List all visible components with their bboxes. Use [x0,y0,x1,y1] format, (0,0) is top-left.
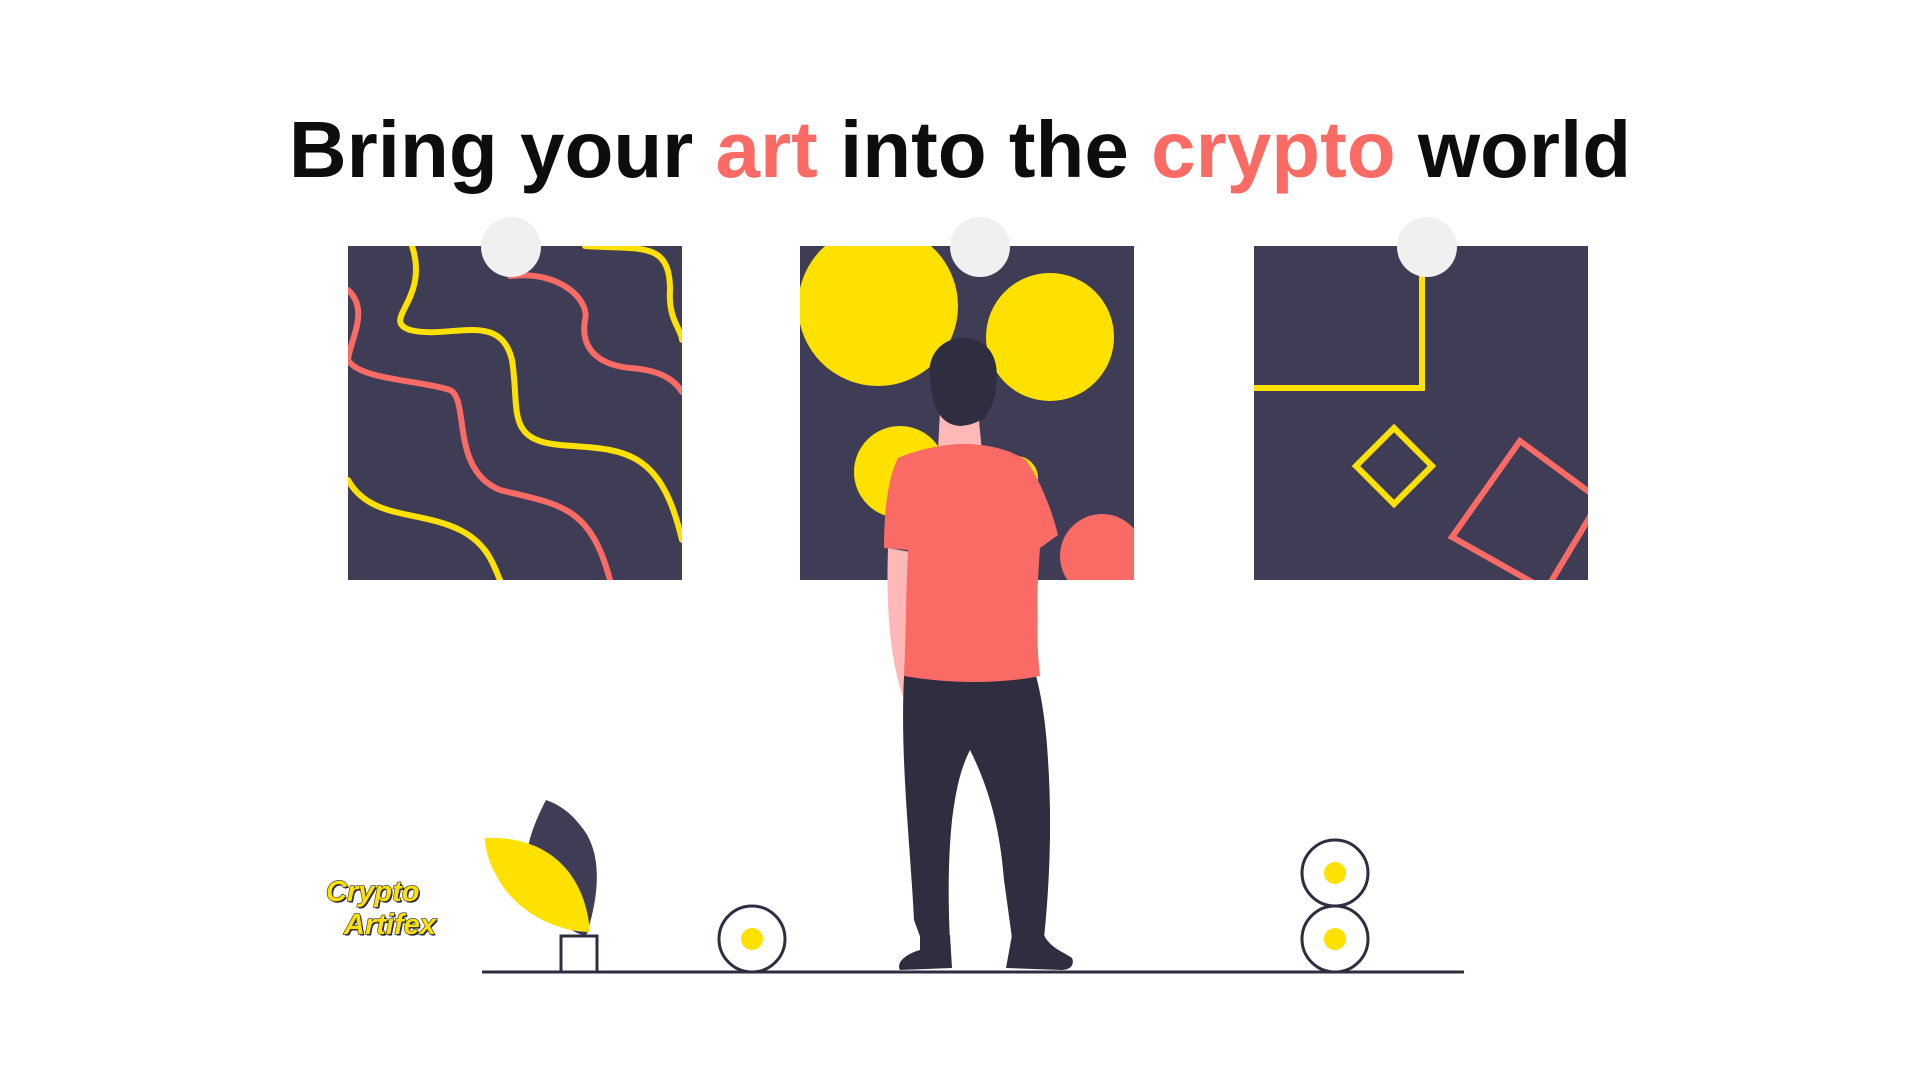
artwork-waves [348,246,682,580]
artwork-geometric [1254,246,1588,580]
pin-icon [950,217,1010,277]
pin-icon [481,217,541,277]
gallery-scene [348,217,1588,974]
plant-icon [485,800,599,974]
coin-icon [717,904,787,974]
coin-icon [1300,904,1370,974]
logo-line-2: Artifex [343,908,436,941]
crypto-artifex-logo: Crypto Artifex [325,875,436,942]
coin-icon [1300,838,1370,908]
pin-icon [1397,217,1457,277]
logo-line-1: Crypto [325,875,420,908]
